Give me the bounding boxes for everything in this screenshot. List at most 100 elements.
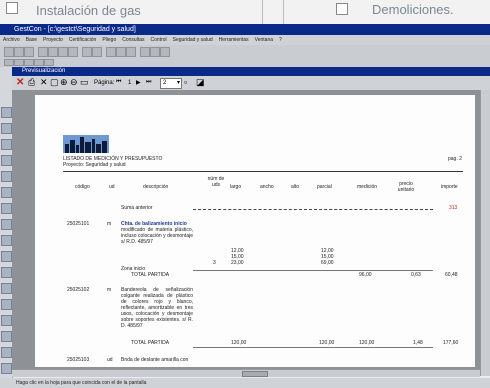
status-text: Haga clic en la hoja para que coincida c… — [16, 380, 147, 386]
col-unit-price: precio unitario — [397, 181, 415, 193]
tool-icon[interactable] — [1, 347, 12, 358]
menu-item-control[interactable]: Control — [150, 35, 166, 45]
measurement-value: 96,00 — [359, 272, 372, 278]
col-code: código — [75, 184, 90, 190]
tool-icon[interactable] — [1, 171, 12, 182]
col-height: alto — [291, 184, 300, 190]
previous-sum-label: Suma anterior — [121, 205, 153, 211]
menu-item-ventana[interactable]: Ventana — [255, 35, 273, 45]
item-unit: m — [107, 287, 112, 293]
menu-item-pliego[interactable]: Pliego — [102, 35, 116, 45]
menu-item-proyecto[interactable]: Proyecto — [43, 35, 63, 45]
paste-icon[interactable] — [68, 47, 78, 57]
tool-icon[interactable] — [1, 107, 12, 118]
item-title: Bandereola de señalización colgante real… — [121, 287, 193, 329]
menu-item-archivo[interactable]: Archivo — [3, 35, 20, 45]
preview-toolbar: ✕ ⎙ ✕ ▢ ⊕ ⊖ ▭ Página: ⏮ 1 ▶ ⏭ 2 ▾ ▫ ◪ — [12, 76, 490, 91]
tool-icon[interactable] — [1, 363, 12, 374]
print-icon[interactable] — [38, 47, 48, 57]
partial-value: 120,00 — [319, 340, 335, 346]
zoom-select[interactable]: 2 ▾ — [160, 78, 182, 89]
menu-item-seguridad[interactable]: Seguridad y salud — [173, 35, 213, 45]
chevron-down-icon: ▾ — [176, 80, 180, 86]
zoom-in-icon[interactable]: ⊕ — [60, 77, 68, 88]
menu-item-help[interactable]: ? — [279, 35, 282, 45]
menu-item-certificacion[interactable]: Certificación — [69, 35, 97, 45]
print-icon[interactable]: ⎙ — [28, 77, 35, 88]
format-icon[interactable] — [24, 59, 34, 66]
col-description: descripción — [143, 184, 169, 190]
chart-icon[interactable] — [150, 47, 160, 57]
unit-price-value: 1,48 — [413, 340, 423, 346]
help-icon[interactable] — [160, 47, 170, 57]
item-code: 25025102 — [67, 287, 90, 293]
copy-icon[interactable] — [58, 47, 68, 57]
scroll-thumb[interactable] — [242, 371, 268, 377]
tool-icon[interactable] — [1, 219, 12, 230]
fit-page-icon[interactable]: ▢ — [50, 77, 59, 88]
close-icon[interactable]: ✕ — [16, 77, 24, 88]
tool-icon[interactable] — [1, 203, 12, 214]
subtotal-rule — [193, 347, 433, 348]
menu-item-base[interactable]: Base — [26, 35, 37, 45]
tool-icon[interactable] — [1, 283, 12, 294]
format-icon[interactable] — [44, 59, 54, 66]
zoom-out-icon[interactable]: ⊖ — [70, 77, 78, 88]
next-page-icon[interactable]: ▶ — [136, 79, 141, 86]
tool-icon[interactable] — [1, 331, 12, 342]
subtotal-rule — [193, 270, 433, 271]
table-icon[interactable] — [126, 47, 136, 57]
export-icon[interactable]: ◪ — [196, 77, 205, 88]
format-icon[interactable] — [14, 59, 24, 66]
amount-value: 177,60 — [443, 340, 459, 346]
close-doc-icon[interactable]: ✕ — [40, 77, 48, 88]
preview-title: Previsualización — [22, 68, 66, 74]
new-icon[interactable] — [4, 47, 14, 57]
tool-icon[interactable] — [1, 187, 12, 198]
length-value: 120,00 — [231, 340, 247, 346]
tool-icon[interactable] — [1, 235, 12, 246]
item-title: Bnda de deslante amarilla con — [121, 357, 189, 363]
find-icon[interactable] — [106, 47, 116, 57]
length-value: 23,00 — [231, 260, 244, 266]
item-description: colgante realizada de plástico de colore… — [121, 293, 193, 329]
col-amount: importe — [441, 184, 458, 190]
status-bar: Haga clic en la hoja para que coincida c… — [0, 378, 490, 388]
cut-icon[interactable] — [48, 47, 58, 57]
measurement-value: 120,00 — [359, 340, 375, 346]
main-toolbar — [0, 45, 490, 59]
tool-icon[interactable] — [1, 251, 12, 262]
format-icon[interactable] — [4, 59, 14, 66]
vertical-scrollbar[interactable] — [480, 90, 490, 376]
checkbox-icon — [336, 3, 348, 15]
undo-icon[interactable] — [82, 47, 92, 57]
tool-icon[interactable] — [1, 267, 12, 278]
last-page-icon[interactable]: ⏭ — [146, 79, 151, 86]
magazine-strip: Instalación de gas Demoliciones. — [0, 0, 490, 24]
menu-bar: Archivo Base Proyecto Certificación Plie… — [0, 35, 490, 45]
menu-item-consultas[interactable]: Consultas — [122, 35, 144, 45]
report-page: LISTADO DE MEDICIÓN Y PRESUPUESTO Proyec… — [35, 95, 475, 367]
redo-icon[interactable] — [92, 47, 102, 57]
format-icon[interactable] — [34, 59, 44, 66]
actual-size-icon[interactable]: ▭ — [80, 77, 89, 88]
horizontal-scrollbar[interactable] — [12, 369, 480, 377]
tool-icon[interactable] — [1, 139, 12, 150]
col-partial: parcial — [317, 184, 332, 190]
col-unit: ud — [109, 184, 115, 190]
amount-value: 60,48 — [445, 272, 458, 278]
calc-icon[interactable] — [140, 47, 150, 57]
tree-icon[interactable] — [116, 47, 126, 57]
item-description: modificado de materia plástico, incluso … — [121, 227, 193, 245]
first-page-icon[interactable]: ⏮ — [116, 79, 121, 86]
item-unit: m — [107, 221, 112, 227]
tool-icon[interactable] — [1, 155, 12, 166]
menu-item-herramientas[interactable]: Herramientas — [219, 35, 249, 45]
open-icon[interactable] — [14, 47, 24, 57]
tool-icon[interactable] — [1, 315, 12, 326]
save-icon[interactable] — [24, 47, 34, 57]
search-icon[interactable]: ▫ — [184, 77, 187, 87]
tool-icon[interactable] — [1, 299, 12, 310]
header-rule — [63, 171, 463, 172]
tool-icon[interactable] — [1, 123, 12, 134]
